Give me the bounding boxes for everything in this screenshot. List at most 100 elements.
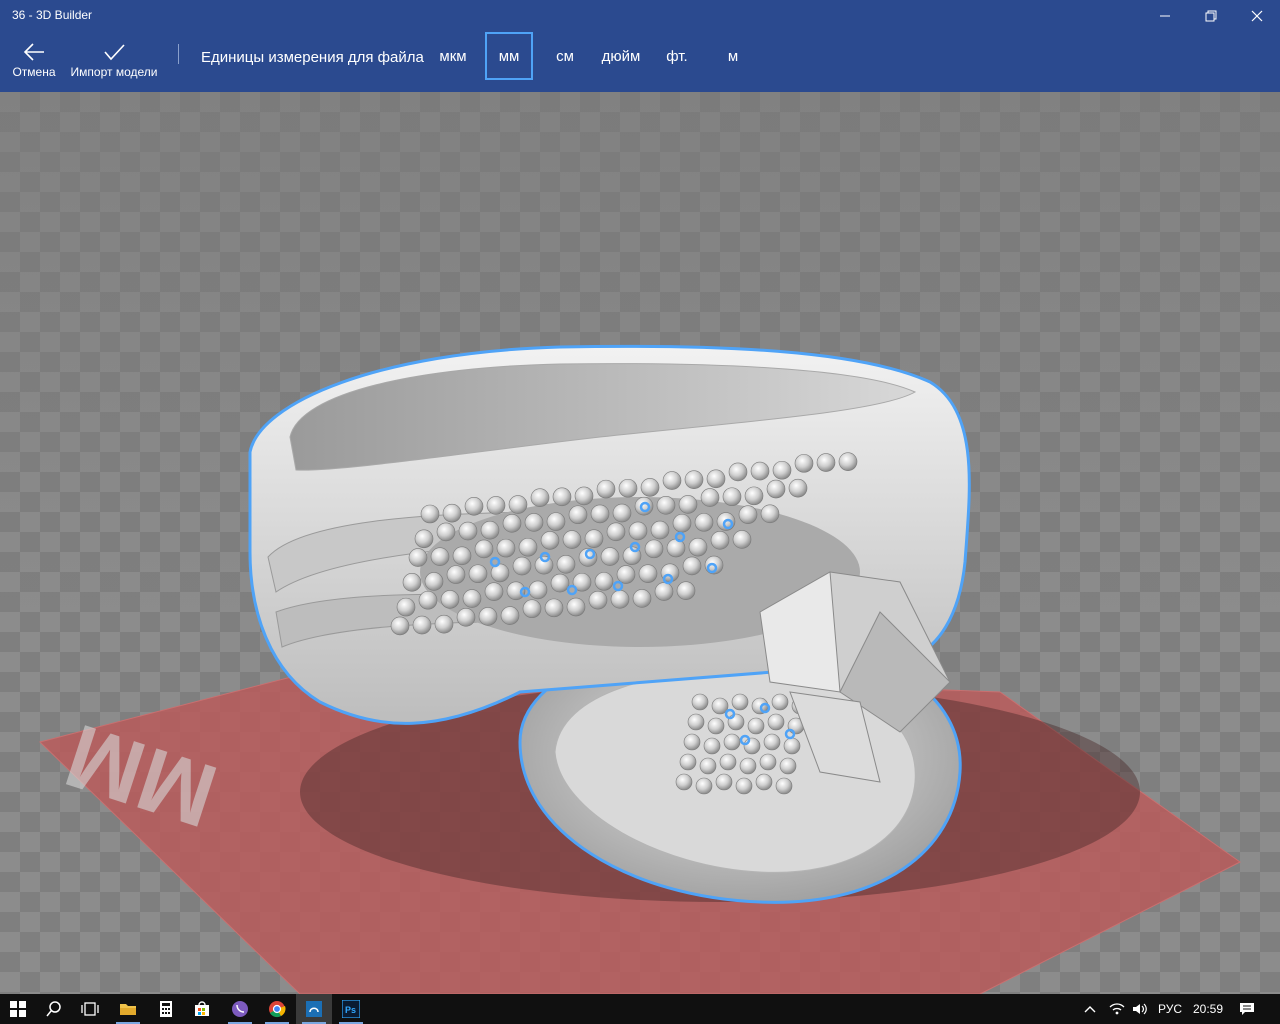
viber-icon <box>232 1001 248 1017</box>
start-button[interactable] <box>0 994 36 1024</box>
import-model-button[interactable]: Импорт модели <box>68 42 160 79</box>
calculator-button[interactable] <box>148 994 184 1024</box>
store-button[interactable] <box>184 994 220 1024</box>
bead <box>414 529 434 549</box>
bead <box>739 757 757 775</box>
bead <box>528 580 548 600</box>
bead <box>540 531 560 550</box>
bead <box>788 478 808 498</box>
tray-overflow-button[interactable] <box>1076 994 1104 1024</box>
bead <box>838 452 858 471</box>
file-explorer-button[interactable] <box>110 994 146 1024</box>
bead <box>456 608 476 627</box>
volume-icon <box>1133 1003 1147 1015</box>
bead <box>486 496 506 515</box>
file-explorer-icon <box>120 1004 136 1015</box>
bead <box>610 589 630 609</box>
viber-button[interactable] <box>222 994 258 1024</box>
bead <box>484 582 504 601</box>
bead <box>500 606 520 625</box>
wifi-icon <box>1109 1003 1125 1015</box>
bead <box>550 573 570 593</box>
unit-option-inch[interactable]: дюйм <box>596 32 646 80</box>
bead <box>735 777 753 795</box>
3d-builder-button[interactable] <box>296 994 332 1024</box>
bead <box>700 488 720 507</box>
bead <box>703 737 721 755</box>
import-model-label: Импорт модели <box>70 65 158 79</box>
3d-viewport[interactable]: MM <box>0 92 1280 994</box>
back-arrow-icon <box>23 43 44 61</box>
bead <box>634 496 654 516</box>
bead <box>691 693 709 711</box>
bead <box>396 597 416 617</box>
search-button[interactable] <box>36 994 72 1024</box>
bead <box>715 773 733 791</box>
bead <box>556 555 576 574</box>
bead <box>747 717 765 735</box>
close-button[interactable] <box>1234 0 1280 32</box>
bead <box>566 597 586 617</box>
network-button[interactable] <box>1104 994 1130 1024</box>
bead <box>682 556 702 576</box>
cancel-label: Отмена <box>12 65 56 79</box>
language-indicator[interactable]: РУС <box>1158 1002 1182 1016</box>
bead <box>524 513 544 532</box>
clock-time[interactable]: 20:59 <box>1193 1002 1223 1016</box>
unit-option-ft[interactable]: фт. <box>660 32 694 80</box>
unit-option-m[interactable]: м <box>720 32 746 80</box>
bead <box>412 615 432 635</box>
window-title: 36 - 3D Builder <box>12 8 93 22</box>
bead <box>568 505 588 525</box>
bead <box>732 530 752 549</box>
bead <box>402 573 422 592</box>
bead <box>544 598 564 618</box>
bead <box>434 614 454 634</box>
checkmark-icon <box>104 44 125 61</box>
bead <box>522 599 542 619</box>
bead <box>424 572 444 591</box>
bead <box>707 717 725 735</box>
bead <box>430 547 450 567</box>
bead <box>478 607 498 626</box>
volume-button[interactable] <box>1128 994 1152 1024</box>
photoshop-button[interactable]: Ps <box>333 994 369 1024</box>
bead <box>683 733 701 751</box>
notification-icon <box>1240 1003 1254 1015</box>
bead <box>442 503 462 523</box>
unit-option-um[interactable]: мкм <box>432 32 474 80</box>
bead <box>766 479 786 499</box>
bead <box>775 777 793 795</box>
bead <box>600 547 620 566</box>
bead <box>676 581 696 601</box>
bead <box>464 496 484 516</box>
chrome-icon <box>269 1001 286 1018</box>
bead <box>687 713 705 731</box>
chrome-button[interactable] <box>259 994 295 1024</box>
restore-button[interactable] <box>1188 0 1234 32</box>
bead <box>759 753 777 771</box>
bead <box>518 537 538 557</box>
unit-option-mm[interactable]: мм <box>485 32 533 80</box>
bead <box>644 539 664 559</box>
minimize-button[interactable] <box>1142 0 1188 32</box>
bead <box>512 556 532 576</box>
bead <box>710 530 730 550</box>
command-bar: Отмена Импорт модели Единицы измерения д… <box>0 32 1280 92</box>
bead <box>638 564 658 583</box>
bead <box>590 504 610 524</box>
bead <box>763 733 781 751</box>
unit-option-cm[interactable]: см <box>546 32 584 80</box>
bead <box>678 495 698 514</box>
bead <box>436 522 456 542</box>
bead <box>468 564 488 584</box>
bead <box>530 488 550 508</box>
task-view-button[interactable] <box>72 994 108 1024</box>
cancel-button[interactable]: Отмена <box>12 42 56 79</box>
bead <box>666 538 686 558</box>
bead <box>458 521 478 541</box>
action-center-button[interactable] <box>1232 994 1262 1024</box>
bead <box>675 773 693 791</box>
bead <box>606 522 626 542</box>
bead <box>699 757 717 775</box>
